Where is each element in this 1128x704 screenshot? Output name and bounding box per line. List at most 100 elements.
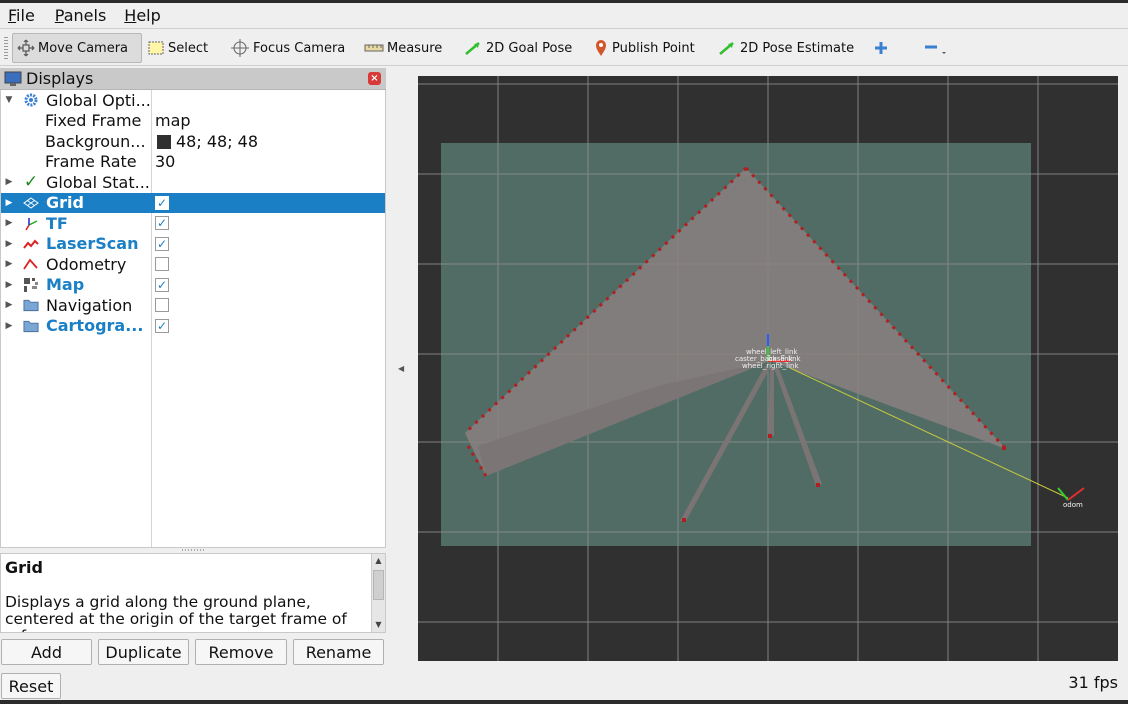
- select-icon: [148, 41, 164, 55]
- close-icon[interactable]: ×: [368, 72, 381, 85]
- tree-row-label: Navigation: [46, 295, 133, 315]
- expand-arrow-icon[interactable]: ▶: [4, 300, 14, 310]
- laserscan-checkbox[interactable]: ✓: [155, 236, 169, 251]
- rename-button[interactable]: Rename: [293, 639, 384, 665]
- collapse-left-icon: ◀: [398, 364, 405, 373]
- help-title: Grid: [5, 558, 43, 577]
- 3d-render-viewport[interactable]: wheel_left_link caster_back_link base_li…: [418, 76, 1118, 661]
- expand-arrow-icon[interactable]: ▶: [4, 321, 14, 331]
- cartographer-checkbox[interactable]: ✓: [155, 318, 169, 333]
- background-color-text: 48; 48; 48: [176, 131, 259, 151]
- tree-row-label: Frame Rate: [45, 152, 137, 172]
- tree-row-label: LaserScan: [46, 234, 139, 254]
- add-button[interactable]: Add: [1, 639, 92, 665]
- tree-row-navigation[interactable]: ▶ Navigation: [1, 295, 385, 316]
- frame-label-odom: odom: [1063, 501, 1083, 509]
- move-camera-label: Move Camera: [38, 40, 129, 56]
- menu-file-rest: ile: [16, 5, 35, 25]
- publish-point-tool[interactable]: Publish Point: [589, 33, 699, 63]
- publish-point-label: Publish Point: [612, 40, 695, 56]
- focus-camera-label: Focus Camera: [253, 40, 346, 56]
- folder-icon: [23, 297, 39, 313]
- displays-panel-title: Displays: [26, 69, 94, 88]
- tools-toolbar: Move Camera Select Focus Camera Measure …: [0, 28, 1128, 66]
- map-checkbox[interactable]: ✓: [155, 277, 169, 292]
- add-tool-button[interactable]: [870, 33, 895, 63]
- tree-row-global-status[interactable]: ▶ ✓ Global Stat...: [1, 172, 385, 193]
- move-camera-tool[interactable]: Move Camera: [12, 33, 142, 63]
- tree-row-grid[interactable]: ▶ Grid ✓: [1, 192, 385, 213]
- menu-bar: File Panels Help: [0, 3, 1128, 27]
- scroll-down-icon[interactable]: ▼: [372, 618, 385, 632]
- menu-file-mnemonic: F: [8, 5, 17, 25]
- gear-icon: [23, 92, 39, 108]
- 2d-pose-estimate-tool[interactable]: 2D Pose Estimate: [713, 33, 858, 63]
- tree-row-laserscan[interactable]: ▶ LaserScan ✓: [1, 234, 385, 255]
- map-icon: [23, 277, 39, 293]
- tree-row-map[interactable]: ▶ Map ✓: [1, 275, 385, 296]
- menu-panels[interactable]: Panels: [51, 6, 111, 25]
- tree-row-global-options[interactable]: ▼ Global Opti...: [1, 90, 385, 111]
- splitter-handle[interactable]: [182, 549, 204, 551]
- measure-tool[interactable]: Measure: [360, 33, 446, 63]
- tf-checkbox[interactable]: ✓: [155, 216, 169, 230]
- displays-panel-titlebar: Displays ×: [0, 68, 386, 90]
- collapse-arrow-icon[interactable]: ▼: [4, 95, 14, 105]
- focus-camera-icon: [231, 39, 249, 57]
- 2d-goal-pose-tool[interactable]: 2D Goal Pose: [459, 33, 576, 63]
- goal-pose-arrow-icon: [465, 42, 480, 55]
- help-body: Displays a grid along the ground plane, …: [5, 593, 347, 633]
- panel-collapse-handle[interactable]: ◀: [388, 68, 414, 698]
- help-scrollbar[interactable]: ▲ ▼: [371, 554, 385, 632]
- pose-estimate-arrow-icon: [719, 42, 734, 55]
- remove-button[interactable]: Remove: [195, 639, 287, 665]
- select-tool[interactable]: Select: [143, 33, 212, 63]
- scroll-thumb[interactable]: [373, 570, 384, 600]
- odometry-checkbox[interactable]: [155, 257, 169, 271]
- expand-arrow-icon[interactable]: ▶: [4, 259, 14, 269]
- grid-icon: [23, 195, 39, 211]
- plus-icon: [875, 42, 887, 54]
- tree-row-fixed-frame[interactable]: Fixed Frame map: [1, 111, 385, 132]
- menu-help-rest: elp: [136, 5, 161, 25]
- menu-help[interactable]: Help: [120, 6, 164, 25]
- expand-arrow-icon[interactable]: ▶: [4, 218, 14, 228]
- checkmark-icon: ✓: [23, 172, 39, 193]
- focus-camera-tool[interactable]: Focus Camera: [226, 33, 349, 63]
- menu-panels-rest: anels: [63, 5, 107, 25]
- fixed-frame-value[interactable]: map: [155, 111, 191, 130]
- menu-help-mnemonic: H: [124, 5, 137, 25]
- tree-row-tf[interactable]: ▶ TF ✓: [1, 213, 385, 234]
- fps-counter: 31 fps: [1068, 673, 1118, 692]
- tree-row-frame-rate[interactable]: Frame Rate 30: [1, 152, 385, 173]
- tree-row-odometry[interactable]: ▶ Odometry: [1, 254, 385, 275]
- frame-rate-value[interactable]: 30: [155, 152, 175, 171]
- move-camera-icon: [17, 39, 35, 57]
- tree-row-cartographer[interactable]: ▶ Cartogra... ✓: [1, 316, 385, 337]
- measure-label: Measure: [387, 40, 443, 56]
- background-color-value[interactable]: 48; 48; 48: [157, 132, 258, 151]
- toolbar-grip[interactable]: [4, 37, 8, 59]
- expand-arrow-icon[interactable]: ▶: [4, 239, 14, 249]
- expand-arrow-icon[interactable]: ▶: [4, 177, 14, 187]
- scroll-up-icon[interactable]: ▲: [372, 554, 385, 568]
- select-label: Select: [168, 40, 209, 56]
- duplicate-button[interactable]: Duplicate: [98, 639, 189, 665]
- help-panel: Grid Displays a grid along the ground pl…: [0, 553, 386, 633]
- monitor-icon: [4, 71, 22, 86]
- reset-button[interactable]: Reset: [1, 673, 61, 699]
- tree-row-label: Backgroun...: [45, 131, 146, 151]
- tree-row-background-color[interactable]: Backgroun... 48; 48; 48: [1, 131, 385, 152]
- tree-row-label: Cartogra...: [46, 316, 144, 336]
- grid-checkbox[interactable]: ✓: [155, 195, 169, 210]
- odometry-icon: [23, 256, 39, 272]
- remove-tool-button[interactable]: [920, 33, 953, 63]
- measure-icon: [364, 44, 384, 52]
- expand-arrow-icon[interactable]: ▶: [4, 280, 14, 290]
- tf-axes-icon: [23, 215, 39, 231]
- menu-panels-mnemonic: P: [54, 5, 64, 25]
- navigation-checkbox[interactable]: [155, 298, 169, 312]
- menu-file[interactable]: File: [4, 6, 39, 25]
- folder-icon: [23, 318, 39, 334]
- expand-arrow-icon[interactable]: ▶: [4, 198, 14, 208]
